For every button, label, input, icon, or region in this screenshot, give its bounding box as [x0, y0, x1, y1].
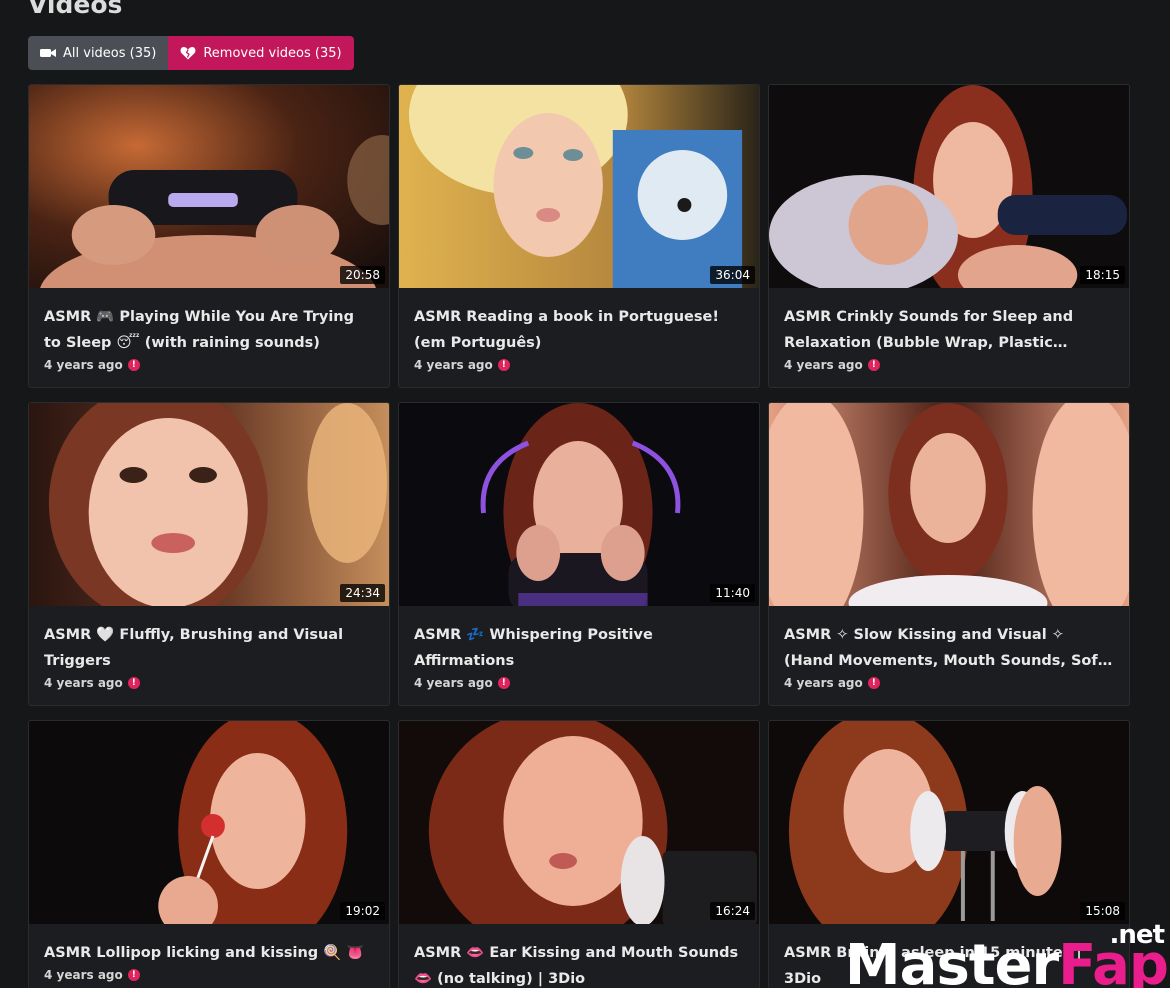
video-duration: 16:24 — [710, 902, 755, 920]
video-thumbnail[interactable]: 24:34 — [29, 403, 389, 606]
video-duration: 11:40 — [710, 584, 755, 602]
video-duration: 20:58 — [340, 266, 385, 284]
video-age: 4 years ago — [44, 968, 123, 982]
video-filter-tabs: All videos (35) Removed videos (35) — [28, 36, 354, 70]
videos-page: Videos All videos (35) Removed videos (3… — [0, 0, 1170, 988]
removed-alert-icon: ! — [497, 359, 510, 371]
video-title[interactable]: ASMR 💤 Whispering Positive Affirmations — [414, 622, 745, 674]
video-age: 4 years ago — [44, 358, 123, 372]
video-age: 4 years ago — [414, 676, 493, 690]
video-title[interactable]: ASMR Lollipop licking and kissing 🍭 👅 — [44, 940, 375, 966]
tab-removed-videos[interactable]: Removed videos (35) — [168, 36, 354, 70]
removed-alert-icon: ! — [127, 677, 140, 689]
video-title[interactable]: ASMR 👄 Ear Kissing and Mouth Sounds 👄 (n… — [414, 940, 745, 988]
video-title[interactable]: ASMR Reading a book in Portuguese! (em P… — [414, 304, 745, 356]
video-title[interactable]: ASMR Crinkly Sounds for Sleep and Relaxa… — [784, 304, 1115, 356]
video-grid: 20:58 ASMR 🎮 Playing While You Are Tryin… — [28, 84, 1130, 988]
video-age: 4 years ago — [784, 676, 863, 690]
video-duration: 24:34 — [340, 584, 385, 602]
watermark-tld: .net — [1109, 920, 1165, 950]
video-thumbnail[interactable] — [769, 403, 1129, 606]
video-thumbnail[interactable]: 15:08 — [769, 721, 1129, 924]
site-watermark: Master Fap .net — [844, 922, 1169, 988]
video-title[interactable]: ASMR 🤍 Fluffly, Brushing and Visual Trig… — [44, 622, 375, 674]
video-thumbnail[interactable]: 11:40 — [399, 403, 759, 606]
video-thumbnail[interactable]: 36:04 — [399, 85, 759, 288]
section-title: Videos — [28, 0, 123, 19]
video-card[interactable]: 36:04 ASMR Reading a book in Portuguese!… — [398, 84, 760, 388]
video-duration: 18:15 — [1080, 266, 1125, 284]
watermark-text-master: Master — [844, 933, 1059, 988]
tab-all-videos[interactable]: All videos (35) — [28, 36, 169, 70]
video-card[interactable]: 18:15 ASMR Crinkly Sounds for Sleep and … — [768, 84, 1130, 388]
video-thumbnail[interactable]: 20:58 — [29, 85, 389, 288]
broken-heart-icon — [180, 46, 196, 60]
removed-alert-icon: ! — [497, 677, 510, 689]
video-title[interactable]: ASMR 🎮 Playing While You Are Trying to S… — [44, 304, 375, 356]
video-thumbnail[interactable]: 19:02 — [29, 721, 389, 924]
video-title[interactable]: ASMR ✧ Slow Kissing and Visual ✧ (Hand M… — [784, 622, 1115, 674]
video-camera-icon — [40, 46, 56, 60]
tab-all-videos-label: All videos (35) — [63, 45, 157, 61]
video-age: 4 years ago — [784, 358, 863, 372]
video-card[interactable]: 24:34 ASMR 🤍 Fluffly, Brushing and Visua… — [28, 402, 390, 706]
video-card[interactable]: 16:24 ASMR 👄 Ear Kissing and Mouth Sound… — [398, 720, 760, 988]
video-thumbnail[interactable]: 16:24 — [399, 721, 759, 924]
video-thumbnail[interactable]: 18:15 — [769, 85, 1129, 288]
video-duration: 36:04 — [710, 266, 755, 284]
video-age: 4 years ago — [414, 358, 493, 372]
video-card[interactable]: 19:02 ASMR Lollipop licking and kissing … — [28, 720, 390, 988]
video-age: 4 years ago — [44, 676, 123, 690]
removed-alert-icon: ! — [127, 359, 140, 371]
video-card[interactable]: ASMR ✧ Slow Kissing and Visual ✧ (Hand M… — [768, 402, 1130, 706]
removed-alert-icon: ! — [127, 969, 140, 981]
removed-alert-icon: ! — [867, 677, 880, 689]
tab-removed-videos-label: Removed videos (35) — [203, 45, 342, 61]
video-card[interactable]: 11:40 ASMR 💤 Whispering Positive Affirma… — [398, 402, 760, 706]
removed-alert-icon: ! — [867, 359, 880, 371]
video-duration: 19:02 — [340, 902, 385, 920]
video-duration: 15:08 — [1080, 902, 1125, 920]
video-card[interactable]: 20:58 ASMR 🎮 Playing While You Are Tryin… — [28, 84, 390, 388]
